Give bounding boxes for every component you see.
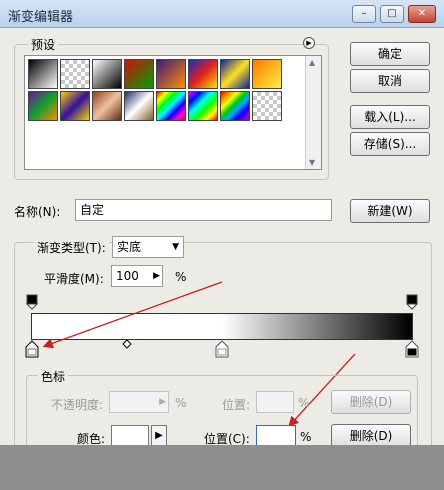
opacity-input: ▶: [109, 391, 169, 413]
color-location-unit: %: [300, 430, 312, 444]
color-stops-label: 色标: [38, 368, 69, 385]
color-menu-button[interactable]: ▶: [151, 425, 167, 447]
bottom-overlay: [0, 445, 444, 490]
opacity-location-label: 位置:: [222, 398, 251, 412]
opacity-location-unit: %: [298, 396, 310, 410]
opacity-unit: %: [175, 396, 187, 410]
chevron-right-icon: ▶: [159, 397, 166, 407]
delete-opacity-stop-button: 删除(D): [331, 390, 411, 414]
opacity-location-input: [256, 391, 294, 413]
arrow-to-left-stop: [42, 281, 223, 349]
chevron-right-icon: ▶: [155, 430, 163, 441]
color-swatch[interactable]: [111, 425, 149, 447]
gradient-editor-dialog: 渐变编辑器 – □ ✕ 预设 ▶ ▲ ▼ 确定 取消 载入(L)... 存储(S…: [0, 0, 444, 490]
opacity-label: 不透明度:: [51, 398, 104, 412]
color-location-input[interactable]: [256, 425, 296, 447]
